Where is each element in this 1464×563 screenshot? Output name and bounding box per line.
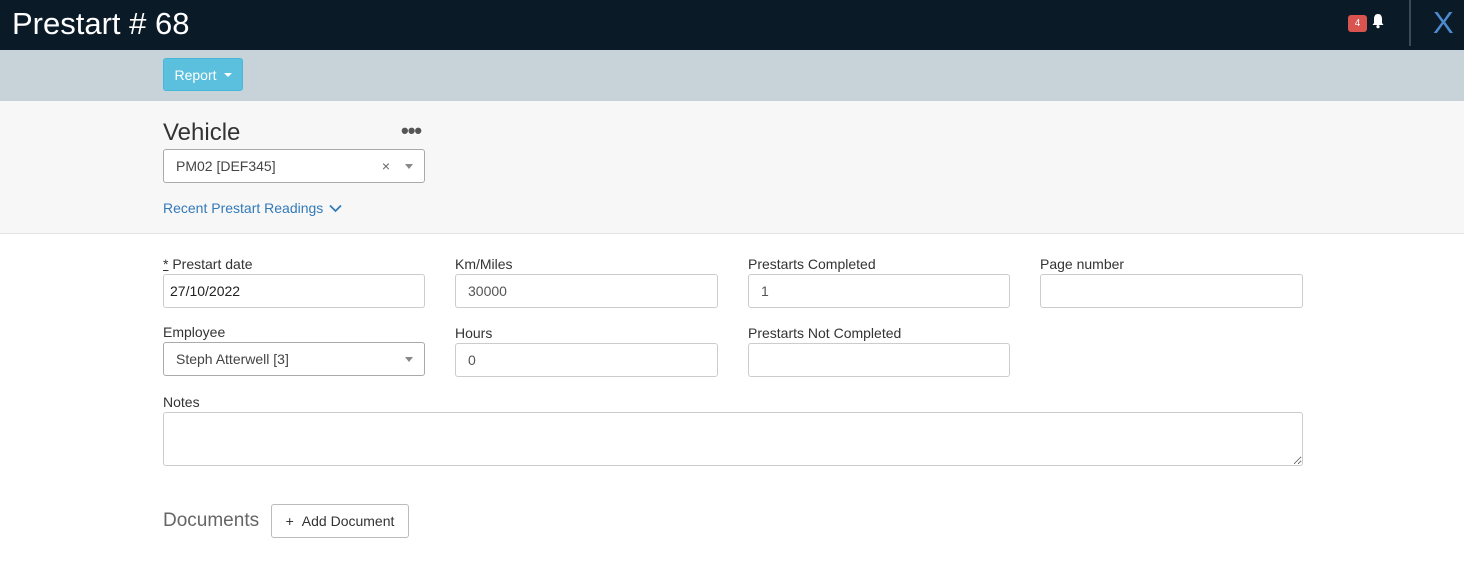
vehicle-heading: Vehicle [163, 119, 241, 146]
header-divider [1409, 0, 1411, 46]
dropdown-arrow-icon [405, 357, 413, 362]
notes-label: Notes [163, 394, 200, 410]
hours-label: Hours [455, 325, 493, 341]
vehicle-section: Vehicle ••• PM02 [DEF345] × Recent Prest… [0, 101, 1464, 234]
documents-heading: Documents [163, 510, 260, 531]
bell-icon[interactable] [1371, 13, 1385, 29]
dropdown-arrow-icon [405, 164, 413, 169]
recent-prestart-readings-link[interactable]: Recent Prestart Readings [163, 200, 342, 216]
plus-icon: + [285, 513, 294, 529]
prestart-date-label-text: Prestart date [168, 256, 253, 272]
close-button[interactable]: X [1433, 5, 1454, 41]
page-number-input[interactable] [1040, 274, 1303, 308]
km-miles-label: Km/Miles [455, 256, 513, 272]
prestarts-not-completed-input[interactable] [748, 343, 1010, 377]
employee-select-value: Steph Atterwell [3] [176, 351, 289, 367]
prestarts-not-completed-label: Prestarts Not Completed [748, 325, 902, 341]
km-miles-input[interactable]: 30000 [455, 274, 718, 308]
prestarts-completed-input[interactable]: 1 [748, 274, 1010, 308]
employee-label: Employee [163, 324, 226, 340]
recent-prestart-readings-label: Recent Prestart Readings [163, 200, 324, 216]
chevron-down-icon [329, 204, 342, 212]
report-dropdown-button[interactable]: Report [163, 58, 243, 91]
prestart-date-input[interactable]: 27/10/2022 [163, 274, 425, 308]
employee-select[interactable]: Steph Atterwell [3] [163, 342, 425, 376]
add-document-button[interactable]: + Add Document [271, 504, 409, 538]
more-options-icon[interactable]: ••• [401, 118, 422, 144]
prestarts-completed-label: Prestarts Completed [748, 256, 876, 272]
action-bar: Report [0, 50, 1464, 101]
add-document-label: Add Document [301, 513, 395, 529]
page-title: Prestart # 68 [12, 6, 190, 41]
vehicle-select[interactable]: PM02 [DEF345] × [163, 149, 425, 183]
notification-count-badge[interactable]: 4 [1348, 15, 1367, 32]
caret-down-icon [223, 72, 232, 77]
page-number-label: Page number [1040, 256, 1125, 272]
top-bar: Prestart # 68 4 X [0, 0, 1464, 50]
hours-input[interactable]: 0 [455, 343, 718, 377]
vehicle-select-value: PM02 [DEF345] [176, 158, 276, 174]
report-button-label: Report [174, 66, 217, 83]
notes-textarea[interactable] [163, 412, 1303, 466]
prestart-date-label: * Prestart date [163, 256, 253, 272]
clear-selection-icon[interactable]: × [382, 158, 390, 174]
